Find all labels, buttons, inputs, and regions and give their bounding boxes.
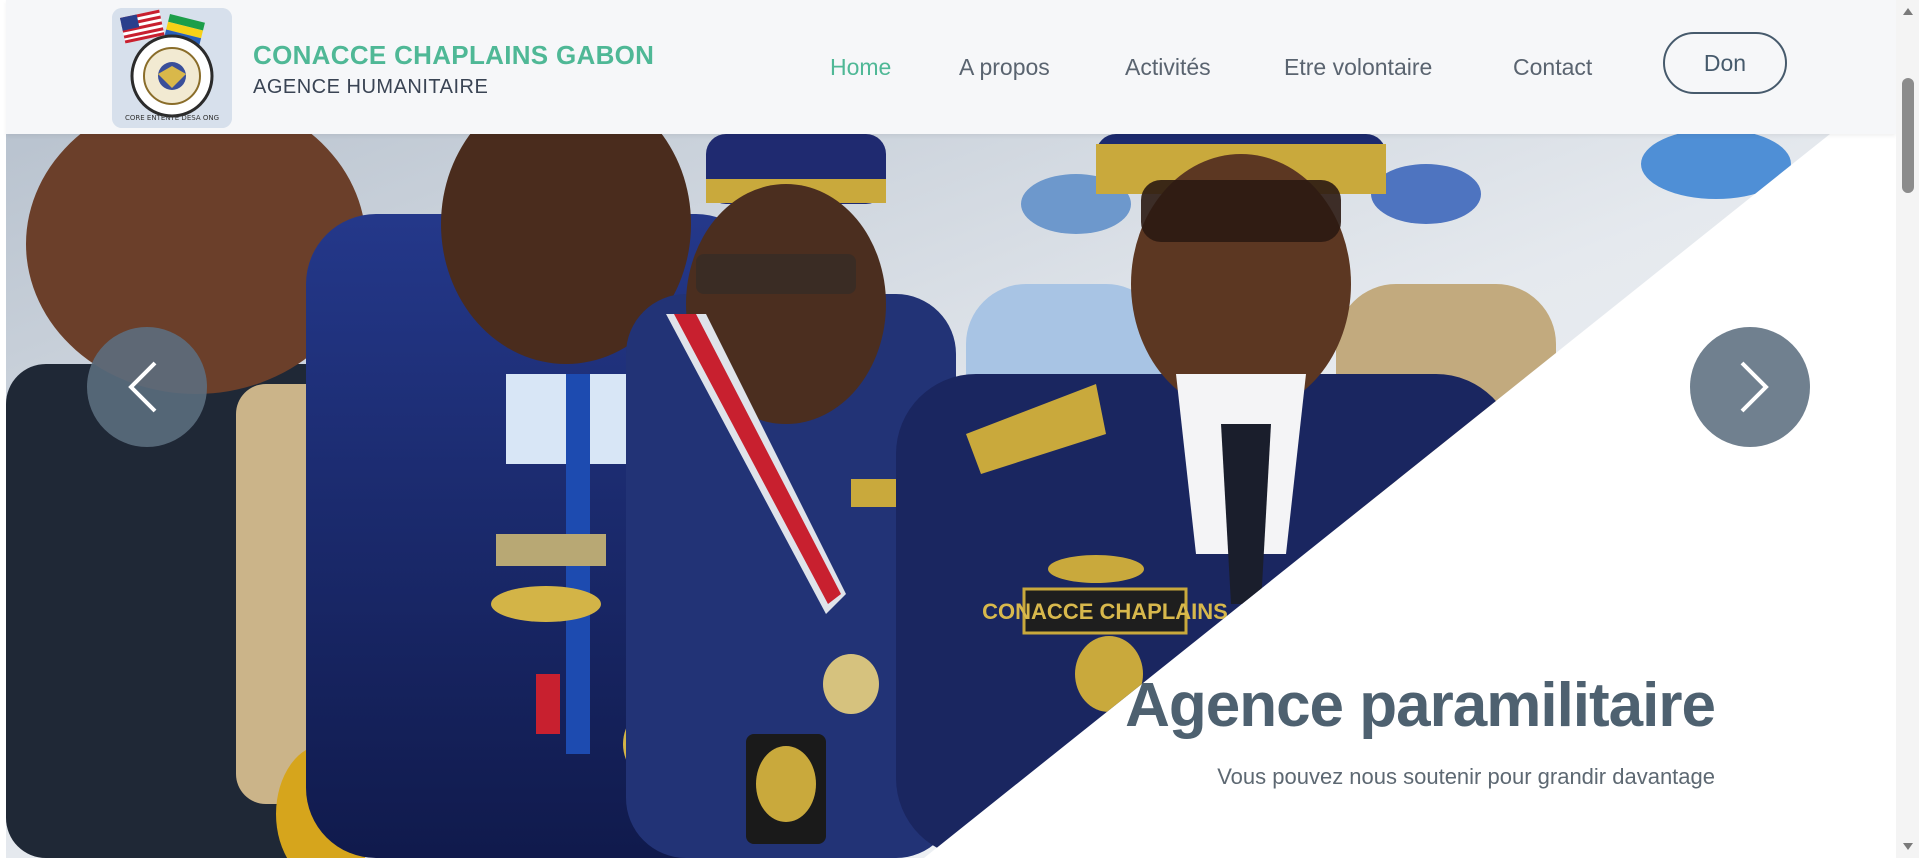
site-header: CORE ENTENTE DESA ONG CONACCE CHAPLAINS … (6, 0, 1896, 134)
donate-button[interactable]: Don (1663, 32, 1787, 94)
nav-activites[interactable]: Activités (1125, 54, 1211, 81)
chevron-right-icon (1740, 361, 1769, 413)
nav-home[interactable]: Home (830, 54, 891, 81)
scrollbar-thumb[interactable] (1902, 78, 1914, 193)
brand-tagline: AGENCE HUMANITAIRE (253, 76, 489, 98)
hero-slider: CONACCE CHAPLAINS Agence paramilitaire V… (6, 134, 1896, 858)
scroll-up-icon[interactable] (1902, 6, 1914, 18)
scroll-down-icon[interactable] (1902, 840, 1914, 852)
slider-next-button[interactable] (1690, 327, 1810, 447)
logo-caption: CORE ENTENTE DESA ONG (125, 114, 219, 122)
logo-emblem: CORE ENTENTE DESA ONG (112, 8, 232, 128)
chevron-left-icon (128, 361, 157, 413)
uniform-badge-text: CONACCE CHAPLAINS (982, 599, 1228, 624)
brand-name[interactable]: CONACCE CHAPLAINS GABON (253, 40, 654, 71)
nav-etre-volontaire[interactable]: Etre volontaire (1284, 54, 1432, 81)
page-scrollbar[interactable] (1896, 0, 1919, 858)
page: CORE ENTENTE DESA ONG CONACCE CHAPLAINS … (0, 0, 1896, 858)
nav-contact[interactable]: Contact (1513, 54, 1592, 81)
hero-subtitle: Vous pouvez nous soutenir pour grandir d… (1217, 764, 1715, 789)
hero-photo: CONACCE CHAPLAINS (6, 134, 1830, 858)
site-logo[interactable]: CORE ENTENTE DESA ONG (112, 8, 232, 128)
slider-prev-button[interactable] (87, 327, 207, 447)
nav-a-propos[interactable]: A propos (959, 54, 1050, 81)
hero-title: Agence paramilitaire (1125, 671, 1716, 740)
